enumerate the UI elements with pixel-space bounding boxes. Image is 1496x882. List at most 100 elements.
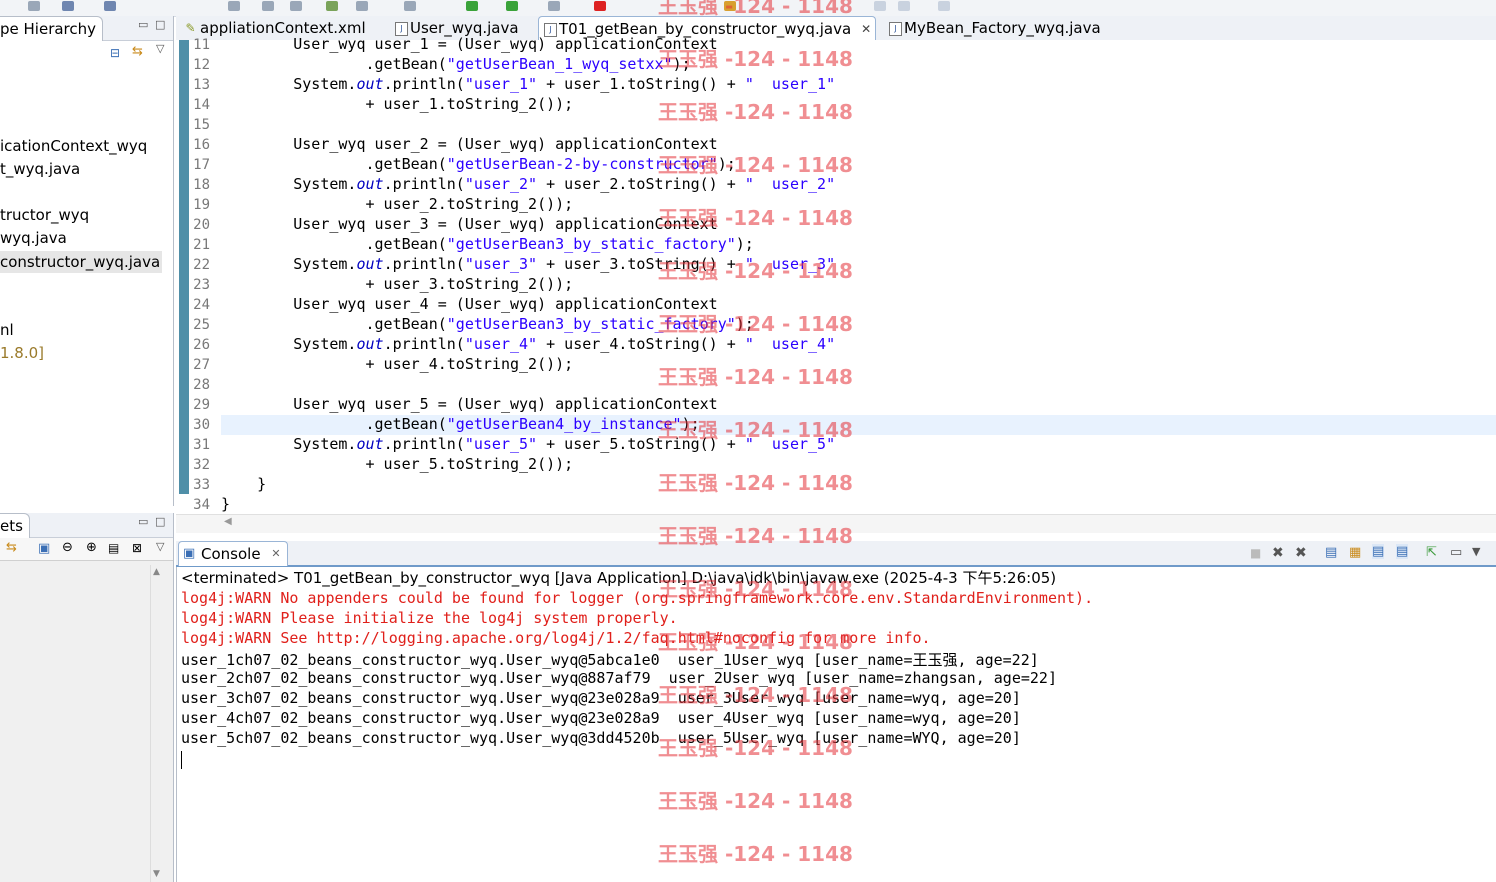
view-menu-icon[interactable]: ▽ — [156, 42, 164, 55]
toolbar-icon[interactable] — [262, 1, 274, 11]
run-icon[interactable] — [466, 1, 478, 11]
horizontal-scrollbar[interactable]: ◀ — [176, 514, 1496, 533]
code-line: User_wyq user_3 = (User_wyq) application… — [221, 215, 718, 233]
code-token: User_wyq user_3 = (User_wyq) application… — [221, 215, 718, 233]
tree-item[interactable]: nl — [0, 321, 14, 339]
view-menu-icon[interactable]: ▽ — [156, 540, 164, 553]
string-literal: "getUserBean3_by_static_factory" — [446, 315, 736, 333]
code-token: .println( — [383, 435, 465, 453]
toolbar-icon[interactable] — [548, 1, 560, 11]
toolbar-icon[interactable] — [28, 1, 40, 11]
scroll-down-icon[interactable]: ▼ — [153, 869, 160, 879]
code-line: User_wyq user_2 = (User_wyq) application… — [221, 135, 718, 153]
code-token: System. — [221, 75, 357, 93]
code-token: .println( — [383, 75, 465, 93]
toolbar-icon[interactable] — [356, 1, 368, 11]
toolbar-icon[interactable] — [874, 1, 886, 11]
toolbar-icon[interactable] — [326, 1, 338, 11]
show-stderr-icon[interactable]: ▤ — [1396, 544, 1409, 559]
console-warn-line: log4j:WARN No appenders could be found f… — [181, 589, 1094, 607]
zoom-in-icon[interactable]: ⊕ — [86, 540, 97, 555]
show-stdout-icon[interactable]: ▤ — [1372, 544, 1385, 559]
string-literal: " user_1" — [744, 75, 836, 93]
tree-item[interactable]: tructor_wyq — [0, 206, 89, 224]
toolbar-icon[interactable] — [290, 1, 302, 11]
toolbar-icon[interactable] — [228, 1, 240, 11]
code-token: .getBean( — [221, 235, 447, 253]
console-output-line: user_4ch07_02_beans_constructor_wyq.User… — [181, 709, 1021, 727]
line-number: 32 — [193, 457, 210, 473]
tree-item[interactable]: wyq.java — [0, 229, 67, 247]
pin-console-icon[interactable]: ⇱ — [1426, 545, 1437, 560]
code-token: .println( — [383, 335, 465, 353]
link-editor-icon[interactable]: ⇆ — [132, 44, 143, 59]
close-icon[interactable]: ✕ — [271, 542, 280, 566]
tab-type-hierarchy[interactable]: pe Hierarchy — [0, 16, 104, 41]
line-number: 13 — [193, 77, 210, 93]
fit-icon[interactable]: ⊠ — [132, 541, 142, 555]
dropdown-icon[interactable]: ▼ — [1472, 545, 1480, 558]
code-token: User_wyq user_2 = (User_wyq) application… — [221, 135, 718, 153]
tree-item[interactable]: t_wyq.java — [0, 160, 80, 178]
code-token: .println( — [383, 255, 465, 273]
line-number: 33 — [193, 477, 210, 493]
line-number: 21 — [193, 237, 210, 253]
code-token: + user_1.toString() + — [537, 75, 745, 93]
toolbar-icon[interactable] — [898, 1, 910, 11]
line-number: 15 — [193, 117, 210, 133]
toolbar-icon[interactable] — [938, 1, 950, 11]
minimize-icon[interactable]: ▭ — [138, 515, 148, 528]
line-number: 14 — [193, 97, 210, 113]
debug-icon[interactable] — [506, 1, 518, 11]
tab-snippets[interactable]: ets — [0, 513, 30, 538]
string-literal: " user_3" — [744, 255, 836, 273]
maximize-icon[interactable]: □ — [155, 515, 165, 528]
display-console-icon[interactable]: ▭ — [1450, 545, 1462, 560]
toolbar-icon[interactable] — [104, 1, 116, 11]
remove-launch-icon[interactable]: ✖ — [1272, 545, 1284, 561]
minimize-icon[interactable]: ▭ — [138, 18, 148, 31]
stop-icon[interactable] — [594, 1, 606, 11]
maximize-icon[interactable]: □ — [155, 18, 165, 31]
toolbar-icon[interactable] — [724, 1, 736, 11]
code-token: + user_2.toString() + — [537, 175, 745, 193]
line-number: 17 — [193, 157, 210, 173]
tab-console[interactable]: ▣ Console ✕ — [178, 541, 288, 566]
line-number: 29 — [193, 397, 210, 413]
code-line: .getBean("getUserBean3_by_static_factory… — [221, 315, 753, 333]
vertical-scrollbar[interactable]: ▲ ▼ — [150, 565, 165, 882]
sync-icon[interactable]: ⇆ — [6, 540, 17, 555]
tree-item[interactable]: icationContext_wyq — [0, 137, 147, 155]
scroll-up-icon[interactable]: ▲ — [153, 567, 160, 577]
line-number: 26 — [193, 337, 210, 353]
string-literal: " user_4" — [744, 335, 836, 353]
code-token: } — [221, 495, 231, 513]
code-line: System.out.println("user_5" + user_5.toS… — [221, 435, 835, 453]
remove-all-icon[interactable]: ✖ — [1295, 545, 1307, 561]
string-literal: "user_4" — [464, 335, 538, 353]
tree-item-selected[interactable]: constructor_wyq.java — [0, 251, 163, 273]
code-token: ); — [717, 155, 736, 173]
terminate-icon[interactable]: ■ — [1250, 546, 1261, 560]
tree-item-jre[interactable]: 1.8.0] — [0, 344, 44, 362]
code-token: .getBean( — [221, 55, 447, 73]
scroll-left-icon[interactable]: ◀ — [224, 516, 232, 527]
toolbar-icon[interactable] — [62, 1, 74, 11]
java-file-icon: J — [889, 22, 902, 36]
string-literal: "user_3" — [464, 255, 538, 273]
console-output-line: user_5ch07_02_beans_constructor_wyq.User… — [181, 729, 1021, 747]
tab-label: Console — [201, 545, 261, 563]
collapse-all-icon[interactable]: ⊟ — [110, 46, 120, 60]
close-icon[interactable]: ✕ — [861, 17, 871, 41]
string-literal: "getUserBean3_by_static_factory" — [446, 235, 736, 253]
code-token: + user_5.toString() + — [537, 435, 745, 453]
tab-mybean-factory-wyq-java[interactable]: J MyBean_Factory_wyq.java — [884, 16, 1101, 40]
line-number: 11 — [193, 37, 210, 53]
code-token: + user_4.toString() + — [537, 335, 745, 353]
actual-size-icon[interactable]: ▤ — [108, 541, 119, 555]
image-icon[interactable]: ▣ — [38, 541, 50, 556]
toolbar-icon[interactable] — [404, 1, 416, 11]
zoom-out-icon[interactable]: ⊖ — [62, 540, 73, 555]
clear-console-icon[interactable]: ▤ — [1325, 545, 1337, 560]
scroll-lock-icon[interactable]: ▦ — [1349, 545, 1361, 560]
